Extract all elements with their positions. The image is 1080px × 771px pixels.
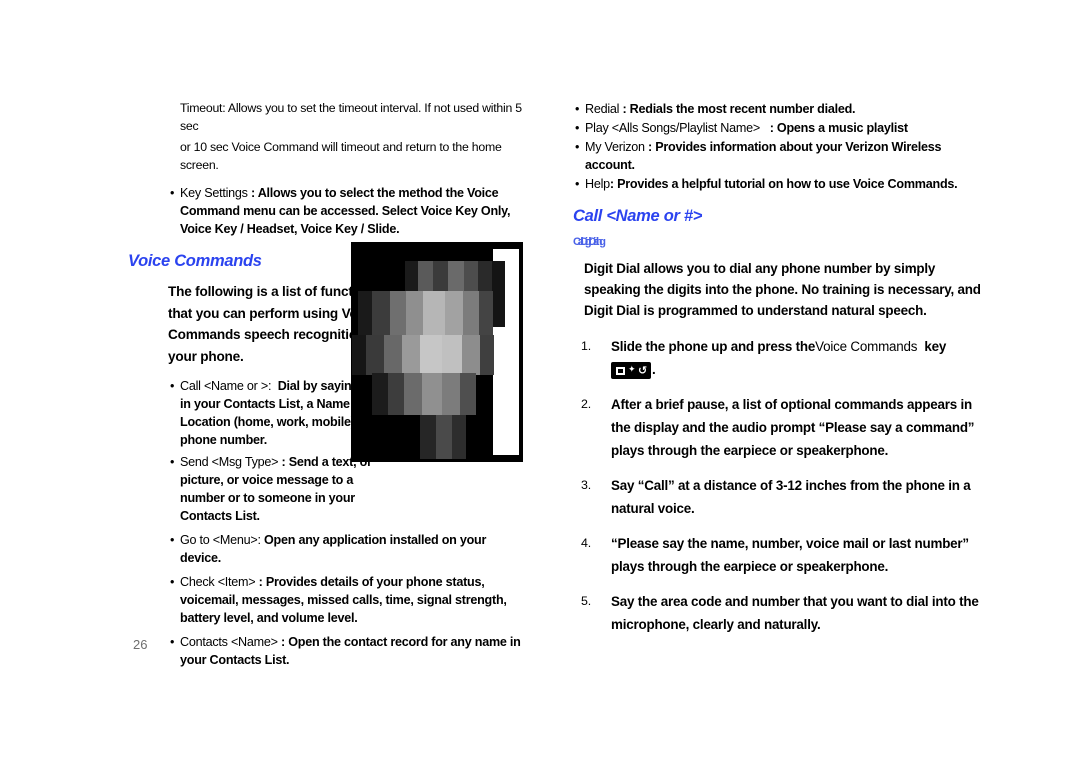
bullet-desc: : Provides a helpful tutorial on how to … xyxy=(609,177,958,191)
figure-pixel-block xyxy=(402,335,420,375)
figure-pixel-block xyxy=(420,415,436,459)
figure-pixel-block xyxy=(420,335,442,375)
step-trailing-period: . xyxy=(652,362,656,377)
step-text-post: key xyxy=(924,339,947,354)
document-page: Timeout: Allows you to set the timeout i… xyxy=(0,0,1080,771)
bullet-term: Help xyxy=(585,177,610,191)
bullet-term: My Verizon xyxy=(585,140,645,154)
figure-pixel-block xyxy=(436,415,452,459)
right-column: • Redial : Redials the most recent number… xyxy=(563,100,983,648)
step-number: 2. xyxy=(581,397,591,411)
figure-pixel-block xyxy=(422,373,442,415)
figure-pixel-block xyxy=(452,415,466,459)
voice-commands-key-icon: ✦ ↺ xyxy=(611,362,651,379)
bullet-help: • Help: Provides a helpful tutorial on ho… xyxy=(563,175,983,193)
digit-dial-intro: Digit Dial allows you to dial any phone … xyxy=(584,261,981,318)
key-icon-arrow-glyph: ↺ xyxy=(638,364,648,377)
figure-pixel-block xyxy=(388,373,404,415)
bullet-go-to-menu: • Go to <Menu>: Open any application inst… xyxy=(128,531,528,567)
bullet-desc: : Opens a music playlist xyxy=(769,121,908,135)
figure-pixel-block xyxy=(460,373,476,415)
bullet-dot-icon: • xyxy=(575,140,580,154)
bullet-redial: • Redial : Redials the most recent number… xyxy=(563,100,983,118)
step-number: 4. xyxy=(581,536,591,550)
figure-pixel-block xyxy=(366,335,384,375)
bullet-dot-icon: • xyxy=(170,379,175,394)
pixelated-phone-illustration xyxy=(351,242,523,462)
step-text: Say the area code and number that you wa… xyxy=(611,594,979,632)
figure-pixel-block xyxy=(384,335,402,375)
bullet-term: Contacts <Name> xyxy=(180,635,278,650)
bullet-term: Call <Name or >: xyxy=(180,379,272,394)
step-number: 5. xyxy=(581,594,591,608)
step-text-key-name: Voice Commands xyxy=(815,339,918,354)
step-text-pre: Slide the phone up and press the xyxy=(611,339,816,354)
step-text: “Please say the name, number, voice mail… xyxy=(611,536,969,574)
bullet-term: Send <Msg Type> xyxy=(180,455,279,470)
bullet-send-msg: • Send <Msg Type> : Send a text, or pictu… xyxy=(128,453,392,525)
bullet-my-verizon: • My Verizon : Provides information about… xyxy=(563,138,983,174)
bullet-term: Key Settings xyxy=(180,186,248,201)
bullet-key-settings: • Key Settings : Allows you to select the… xyxy=(128,184,528,238)
figure-pixel-block xyxy=(442,335,462,375)
bullet-term: Check <Item> xyxy=(180,575,256,590)
step-number: 3. xyxy=(581,478,591,492)
page-number: 26 xyxy=(133,637,148,652)
bullet-play-playlist: • Play <Alls Songs/Playlist Name> : Opens… xyxy=(563,119,983,137)
figure-pixel-block xyxy=(352,335,366,375)
figure-pixel-block xyxy=(372,373,388,415)
bullet-dot-icon: • xyxy=(170,455,175,470)
step-text: Say “Call” at a distance of 3-12 inches … xyxy=(611,478,971,516)
bullet-dot-icon: • xyxy=(170,533,175,548)
bullet-contacts-name: • Contacts <Name> : Open the contact reco… xyxy=(128,633,528,669)
bullet-dot-icon: • xyxy=(575,102,580,116)
step-5: 5. Say the area code and number that you … xyxy=(563,590,983,636)
key-icon-square-glyph xyxy=(616,366,625,375)
bullet-dot-icon: • xyxy=(575,121,580,135)
step-1: 1. Slide the phone up and press theVoice … xyxy=(563,335,983,381)
bullet-desc: : Redials the most recent number dialed. xyxy=(622,102,856,116)
figure-pixel-block xyxy=(462,335,480,375)
bullet-dot-icon: • xyxy=(170,186,175,201)
step-number: 1. xyxy=(581,339,591,353)
figure-pixel-block xyxy=(442,373,460,415)
bullet-dot-icon: • xyxy=(170,635,175,650)
bullet-term: Go to <Menu>: xyxy=(180,533,261,548)
bullet-term: Play <Alls Songs/Playlist Name> xyxy=(585,121,760,135)
figure-pixel-block xyxy=(404,373,422,415)
bullet-check-item: • Check <Item> : Provides details of your… xyxy=(128,573,528,627)
step-2: 2. After a brief pause, a list of optiona… xyxy=(563,393,983,462)
section-heading-call-name-or-number: Call <Name or #> xyxy=(573,207,703,225)
figure-pixel-block xyxy=(480,335,494,375)
step-3: 3. Say “Call” at a distance of 3-12 inche… xyxy=(563,474,983,520)
figure-pixel-block xyxy=(492,261,505,327)
bullet-dot-icon: • xyxy=(170,575,175,590)
bullet-dot-icon: • xyxy=(575,177,580,191)
step-4: 4. “Please say the name, number, voice ma… xyxy=(563,532,983,578)
bullet-term: Redial xyxy=(585,102,620,116)
timeout-note-line-1: Timeout: Allows you to set the timeout i… xyxy=(180,101,522,133)
key-icon-spark-glyph: ✦ xyxy=(628,365,636,375)
timeout-note-line-2: or 10 sec Voice Command will timeout and… xyxy=(180,140,502,172)
sub-heading-call-digit-dialing: Call Digit Dialing xyxy=(573,236,606,248)
step-text: After a brief pause, a list of optional … xyxy=(611,397,975,458)
